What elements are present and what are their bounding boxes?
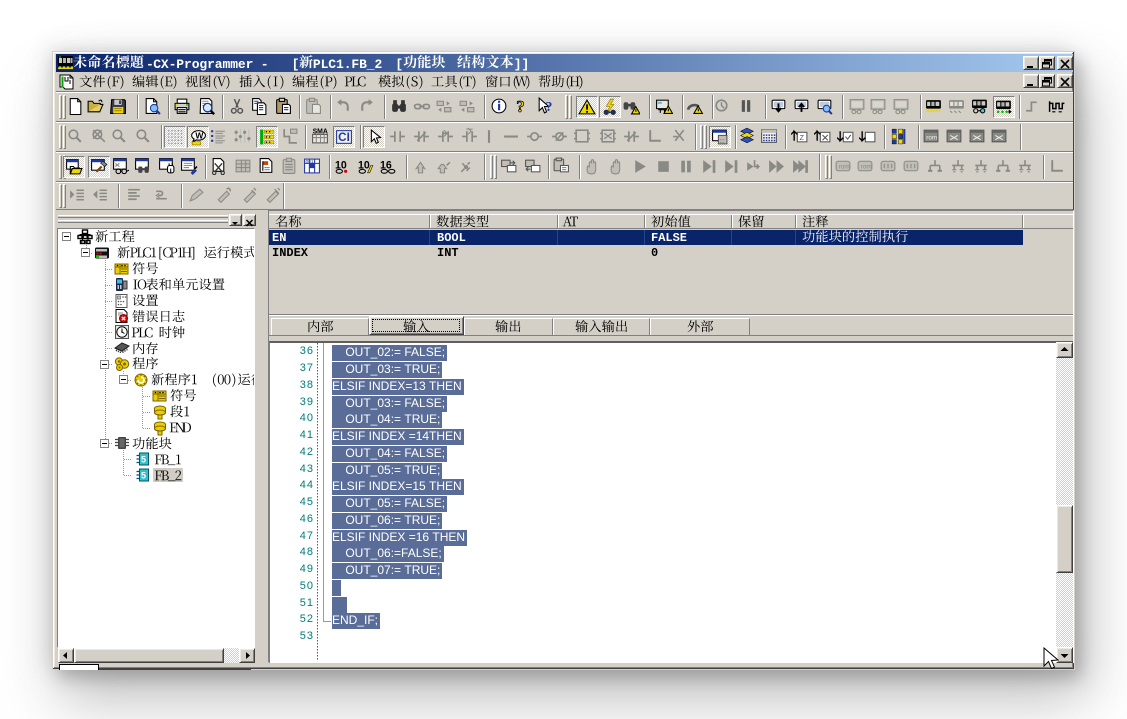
svg-text:5: 5 [141, 471, 146, 481]
svg-text:?: ? [546, 99, 553, 114]
svg-text:W: W [195, 131, 203, 141]
svg-text:SMA: SMA [313, 128, 328, 135]
svg-text:rom: rom [839, 164, 850, 171]
svg-text:5: 5 [141, 455, 146, 465]
svg-text:Z: Z [799, 133, 804, 142]
svg-text:?: ? [516, 97, 524, 115]
svg-text::::: ::: [719, 138, 725, 145]
svg-text:rom: rom [861, 164, 872, 171]
svg-text:CI: CI [338, 131, 350, 144]
svg-text:rom: rom [926, 135, 937, 142]
